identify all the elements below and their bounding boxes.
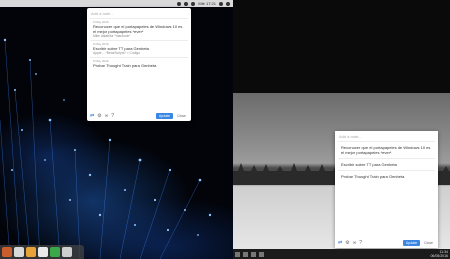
notes-popup-mac: Add a note... 6 May 2016 Reconocer que e… xyxy=(87,8,191,121)
notes-popup-windows: Add a note... Reconocer que el portapape… xyxy=(335,131,438,248)
note-text: Escribir sobre TT para Genbeta xyxy=(341,162,397,167)
note-item[interactable]: 6 May 2016 Escribir sobre TT para Genbet… xyxy=(90,40,188,57)
dock-app-icon[interactable] xyxy=(26,247,36,257)
update-button[interactable]: Update xyxy=(155,113,174,119)
update-button[interactable]: Update xyxy=(402,240,421,246)
dock-app-icon[interactable] xyxy=(38,247,48,257)
settings-icon[interactable]: ⚙ xyxy=(345,238,349,248)
note-text: Reconocer que el portapapeles de Windows… xyxy=(341,145,431,155)
note-input[interactable]: Add a note... xyxy=(335,131,438,141)
note-item[interactable]: Probar Thought Train para Genbeta xyxy=(338,170,435,182)
note-text: Probar Thought Train para Genbeta xyxy=(341,174,405,179)
dock-app-icon[interactable] xyxy=(2,247,12,257)
note-subtext: Apple -- *Beta/Scripts* = Codigo xyxy=(93,51,141,55)
note-item[interactable]: Reconocer que el portapapeles de Windows… xyxy=(338,141,435,158)
trash-icon[interactable] xyxy=(62,247,72,257)
settings-icon[interactable]: ⚙ xyxy=(97,111,101,121)
macos-menubar: Mié 17:21 xyxy=(0,0,233,7)
popup-footer: ⇄ ⚙ ∞ ? Update Close xyxy=(87,111,191,121)
help-icon[interactable]: ? xyxy=(111,111,114,121)
menubar-clock[interactable]: Mié 17:21 xyxy=(198,0,216,7)
note-subtext: Mike databilor *macbook* xyxy=(93,34,131,38)
taskbar-app-icon[interactable] xyxy=(259,251,264,257)
close-button[interactable]: Close xyxy=(175,113,188,119)
note-item[interactable]: 6 May 2016 Probar Thought Train para Gen… xyxy=(90,57,188,70)
clock-date: 06/05/2016 xyxy=(430,254,448,258)
taskbar-app-icon[interactable] xyxy=(251,251,256,257)
start-icon[interactable] xyxy=(235,251,240,257)
note-input[interactable]: Add a note... xyxy=(87,8,191,18)
note-text: Probar Thought Train para Genbeta xyxy=(93,63,157,68)
link-icon[interactable]: ∞ xyxy=(353,238,357,248)
notes-icon[interactable]: ⇄ xyxy=(338,238,342,248)
notes-icon[interactable]: ⇄ xyxy=(90,111,94,121)
system-clock[interactable]: 11:34 06/05/2016 xyxy=(430,250,448,258)
note-item[interactable]: 6 May 2016 Reconocer que el portapapeles… xyxy=(90,18,188,40)
screenshot-composite: Mié 17:21 Add a note... 6 May 2016 Recon… xyxy=(0,0,450,259)
notification-center-icon[interactable] xyxy=(226,1,230,6)
wifi-icon[interactable] xyxy=(184,1,189,6)
help-icon[interactable]: ? xyxy=(359,238,362,248)
taskbar-app-icon[interactable] xyxy=(243,251,248,257)
popup-footer: ⇄ ⚙ ∞ ? Update Close xyxy=(335,238,438,248)
dock-app-icon[interactable] xyxy=(14,247,24,257)
windows-desktop: Add a note... Reconocer que el portapape… xyxy=(233,0,450,259)
link-icon[interactable]: ∞ xyxy=(105,111,109,121)
notes-menubar-icon[interactable] xyxy=(177,1,182,6)
windows-taskbar: 11:34 06/05/2016 xyxy=(233,249,450,259)
dock-app-icon[interactable] xyxy=(50,247,60,257)
note-text: Reconocer que el portapapeles de Windows… xyxy=(93,24,183,34)
macos-dock xyxy=(0,245,84,259)
note-item[interactable]: Escribir sobre TT para Genbeta xyxy=(338,158,435,170)
battery-icon[interactable] xyxy=(191,1,196,6)
spotlight-search-icon[interactable] xyxy=(219,1,223,6)
close-button[interactable]: Close xyxy=(422,240,435,246)
macos-desktop: Mié 17:21 Add a note... 6 May 2016 Recon… xyxy=(0,0,233,259)
